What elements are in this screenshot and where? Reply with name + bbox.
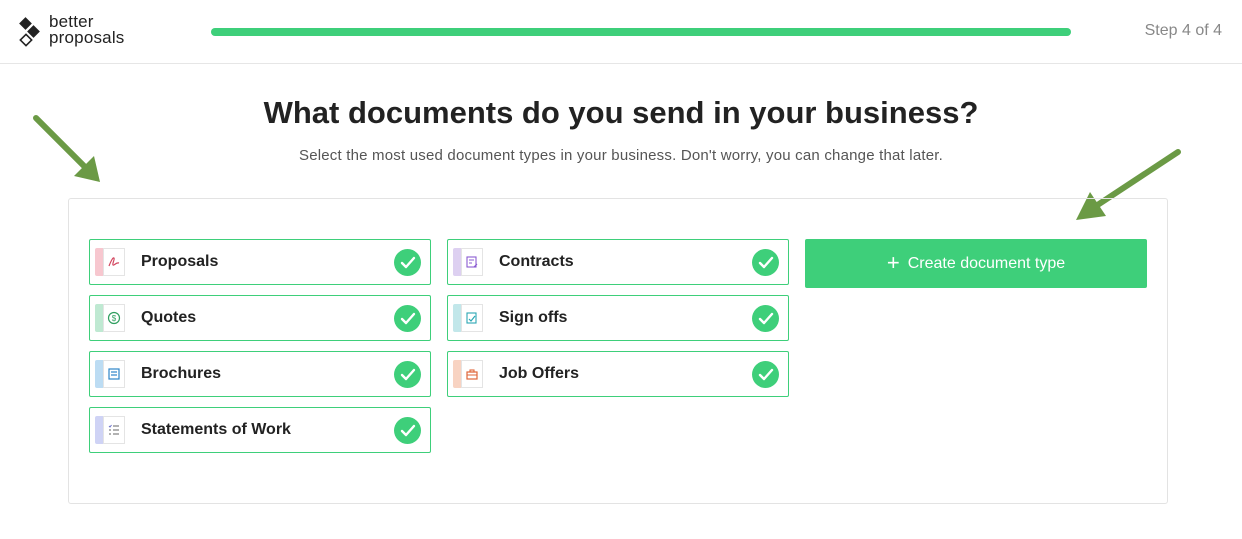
doc-type-quotes[interactable]: $ Quotes xyxy=(89,295,431,341)
progress-fill xyxy=(211,28,1071,36)
better-proposals-logo[interactable]: better proposals xyxy=(18,13,158,50)
doc-type-label: Proposals xyxy=(141,253,219,270)
create-document-type-button[interactable]: + Create document type xyxy=(805,239,1147,288)
doc-type-label: Brochures xyxy=(141,365,222,382)
dollar-coin-icon: $ xyxy=(95,304,125,332)
onboarding-progress-bar xyxy=(211,28,1071,36)
doc-type-brochures[interactable]: Brochures xyxy=(89,351,431,397)
doc-type-label: Contracts xyxy=(499,253,574,270)
doc-type-label: Job Offers xyxy=(499,365,580,382)
pen-signature-icon xyxy=(95,248,125,276)
checklist-icon xyxy=(95,416,125,444)
logo-diamond-icon xyxy=(19,17,40,47)
step-indicator: Step 4 of 4 xyxy=(1144,22,1222,39)
page-subtitle: Select the most used document types in y… xyxy=(298,147,944,164)
logo-line-2: proposals xyxy=(49,28,125,47)
create-document-type-label: Create document type xyxy=(907,254,1066,272)
doc-type-proposals[interactable]: Proposals xyxy=(89,239,431,285)
page-title: What documents do you send in your busin… xyxy=(263,95,979,130)
brochure-icon xyxy=(95,360,125,388)
checkmark-icon[interactable] xyxy=(752,361,779,388)
doc-type-contracts[interactable]: Contracts xyxy=(447,239,789,285)
briefcase-icon xyxy=(453,360,483,388)
contract-edit-icon xyxy=(453,248,483,276)
checkmark-icon[interactable] xyxy=(394,417,421,444)
checkmark-icon[interactable] xyxy=(394,305,421,332)
doc-type-label: Statements of Work xyxy=(141,421,291,438)
checkmark-icon[interactable] xyxy=(752,305,779,332)
sign-off-icon xyxy=(453,304,483,332)
doc-type-label: Sign offs xyxy=(499,309,568,326)
logo-wordmark: better proposals xyxy=(49,13,125,47)
svg-text:$: $ xyxy=(112,314,117,323)
checkmark-icon[interactable] xyxy=(394,249,421,276)
checkmark-icon[interactable] xyxy=(752,249,779,276)
top-header: better proposals Step 4 of 4 xyxy=(0,0,1242,64)
doc-type-job-offers[interactable]: Job Offers xyxy=(447,351,789,397)
doc-type-sign-offs[interactable]: Sign offs xyxy=(447,295,789,341)
checkmark-icon[interactable] xyxy=(394,361,421,388)
doc-type-label: Quotes xyxy=(141,309,197,326)
plus-icon: + xyxy=(886,249,900,275)
doc-type-statements-of-work[interactable]: Statements of Work xyxy=(89,407,431,453)
